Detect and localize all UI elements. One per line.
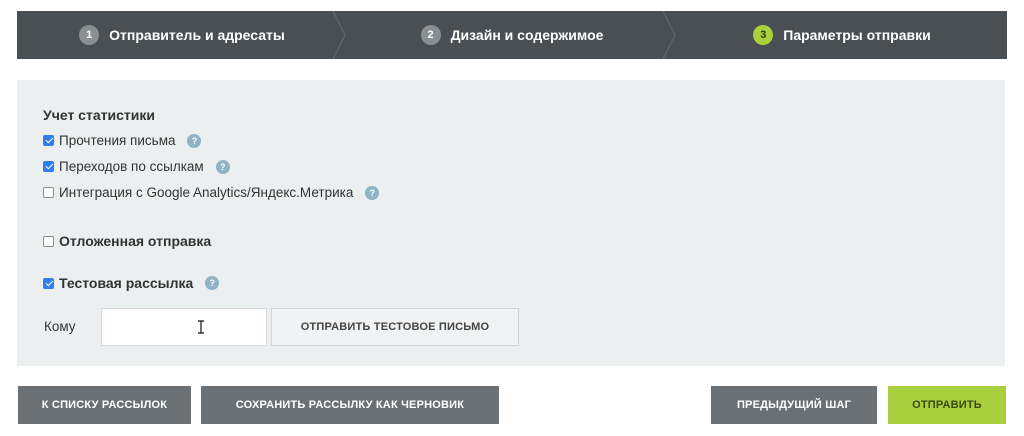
step-label: Дизайн и содержимое <box>450 27 604 43</box>
step-number: 2 <box>420 25 441 45</box>
help-icon[interactable]: ? <box>365 185 380 200</box>
step-number: 1 <box>79 25 100 45</box>
stats-section-title: Учет статистики <box>43 107 155 123</box>
send-button[interactable]: ОТПРАВИТЬ <box>888 386 1006 424</box>
back-to-list-button[interactable]: К СПИСКУ РАССЫЛОК <box>18 386 191 424</box>
stats-analytics-checkbox[interactable] <box>43 187 54 198</box>
help-icon[interactable]: ? <box>187 133 202 148</box>
test-send-checkbox[interactable] <box>43 277 54 289</box>
step-label: Параметры отправки <box>783 27 931 43</box>
stats-analytics-label: Интеграция с Google Analytics/Яндекс.Мет… <box>59 185 354 200</box>
delayed-send-label: Отложенная отправка <box>59 233 212 249</box>
recipient-input[interactable] <box>101 308 267 346</box>
recipient-label: Кому <box>44 319 76 334</box>
save-draft-button[interactable]: СОХРАНИТЬ РАССЫЛКУ КАК ЧЕРНОВИК <box>201 386 499 424</box>
send-test-email-button[interactable]: ОТПРАВИТЬ ТЕСТОВОЕ ПИСЬМО <box>271 308 519 346</box>
step-sender-recipients[interactable]: 1 Отправитель и адресаты <box>17 11 347 59</box>
previous-step-button[interactable]: ПРЕДЫДУЩИЙ ШАГ <box>711 386 877 424</box>
help-icon[interactable]: ? <box>215 159 230 174</box>
step-label: Отправитель и адресаты <box>109 27 285 43</box>
stats-clicks-label: Переходов по ссылкам <box>59 159 204 174</box>
test-send-label: Тестовая рассылка <box>59 275 194 291</box>
help-icon[interactable]: ? <box>205 276 220 290</box>
stats-analytics-option[interactable]: Интеграция с Google Analytics/Яндекс.Мет… <box>43 185 380 200</box>
step-send-parameters[interactable]: 3 Параметры отправки <box>677 11 1007 59</box>
stats-clicks-checkbox[interactable] <box>43 161 54 172</box>
test-send-option[interactable]: Тестовая рассылка ? <box>43 275 220 291</box>
stats-clicks-option[interactable]: Переходов по ссылкам ? <box>43 159 230 174</box>
stats-reads-label: Прочтения письма <box>59 133 176 148</box>
stats-reads-option[interactable]: Прочтения письма ? <box>43 133 202 148</box>
text-cursor-icon <box>198 320 204 334</box>
step-number: 3 <box>753 25 774 45</box>
step-design-content[interactable]: 2 Дизайн и содержимое <box>347 11 677 59</box>
wizard-stepper: 1 Отправитель и адресаты 2 Дизайн и соде… <box>17 11 1007 59</box>
delayed-send-option[interactable]: Отложенная отправка <box>43 233 211 249</box>
send-settings-panel: Учет статистики Прочтения письма ? Перех… <box>17 80 1005 366</box>
stats-reads-checkbox[interactable] <box>43 135 54 146</box>
delayed-send-checkbox[interactable] <box>43 235 54 247</box>
